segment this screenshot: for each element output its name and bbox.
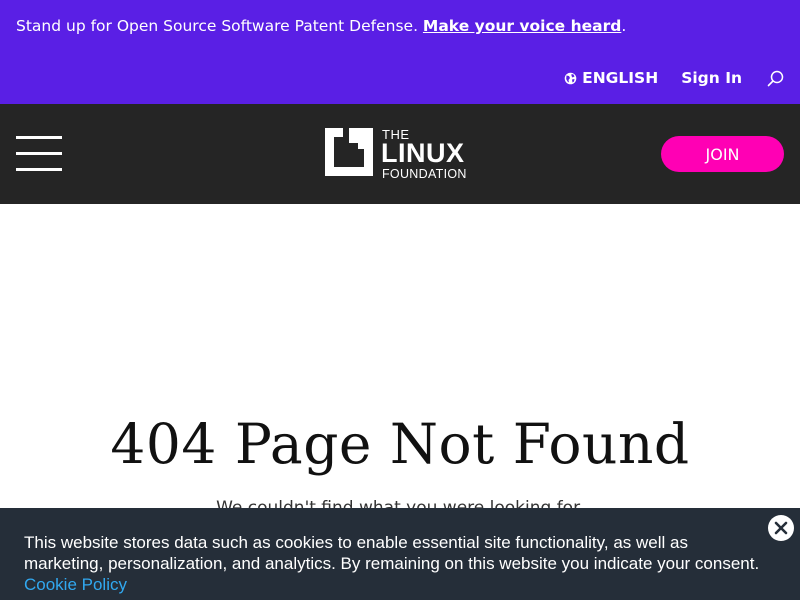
cookie-banner: This website stores data such as cookies… bbox=[0, 508, 800, 600]
language-label: ENGLISH bbox=[582, 69, 659, 87]
site-header: THE LINUX FOUNDATION JOIN bbox=[0, 104, 800, 204]
globe-icon bbox=[564, 72, 577, 84]
page-title: 404 Page Not Found bbox=[110, 412, 690, 476]
language-selector[interactable]: ENGLISH bbox=[564, 69, 658, 87]
menu-bar bbox=[16, 168, 62, 171]
utility-nav: ENGLISH Sign In bbox=[564, 66, 784, 90]
logo-foundation: FOUNDATION bbox=[382, 167, 467, 181]
make-voice-heard-link[interactable]: Make your voice heard bbox=[423, 17, 621, 35]
logo-linux: LINUX bbox=[381, 138, 465, 168]
announcement-text: Stand up for Open Source Software Patent… bbox=[16, 17, 423, 35]
search-button[interactable] bbox=[766, 69, 784, 87]
search-icon bbox=[767, 70, 783, 86]
logo-mark-icon bbox=[325, 128, 373, 176]
cookie-text: This website stores data such as cookies… bbox=[24, 533, 760, 573]
cookie-close-button[interactable] bbox=[768, 515, 794, 541]
announcement-bar: Stand up for Open Source Software Patent… bbox=[0, 0, 800, 104]
menu-bar bbox=[16, 136, 62, 139]
close-icon bbox=[774, 521, 788, 535]
announcement: Stand up for Open Source Software Patent… bbox=[16, 17, 626, 35]
linux-foundation-logo[interactable]: THE LINUX FOUNDATION bbox=[325, 128, 477, 180]
cookie-message: This website stores data such as cookies… bbox=[24, 532, 764, 595]
cookie-policy-link[interactable]: Cookie Policy bbox=[24, 575, 127, 594]
hamburger-menu-icon[interactable] bbox=[16, 136, 62, 172]
join-button[interactable]: JOIN bbox=[661, 136, 784, 172]
sign-in-link[interactable]: Sign In bbox=[681, 69, 742, 87]
menu-bar bbox=[16, 152, 62, 155]
announcement-trailing: . bbox=[621, 17, 627, 35]
